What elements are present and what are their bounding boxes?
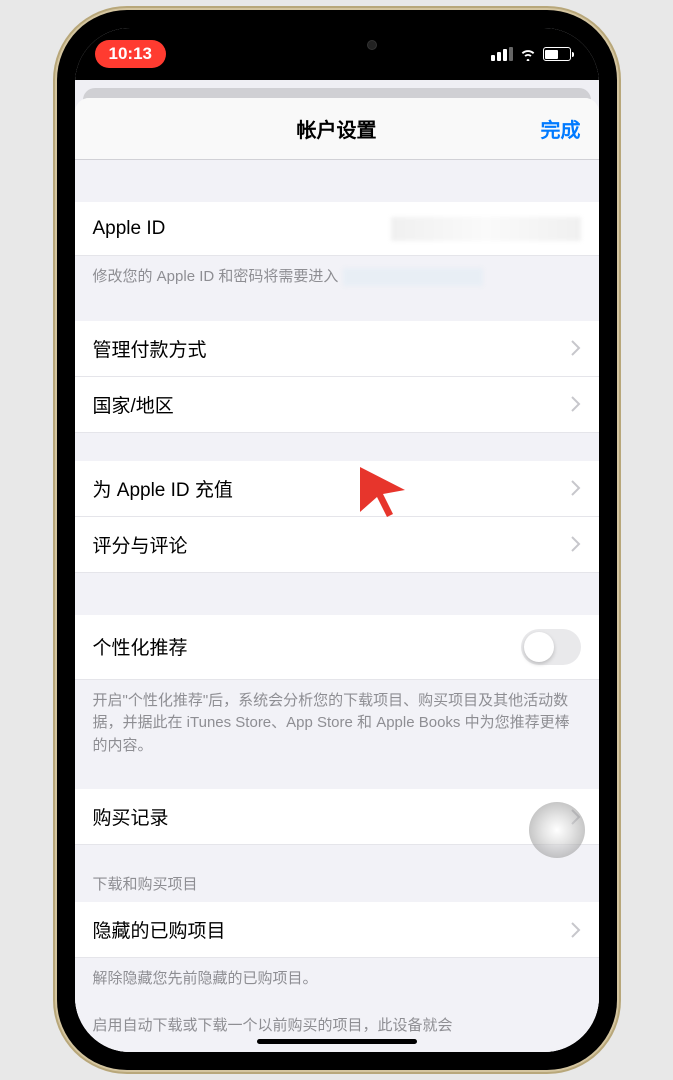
- personalized-footer: 开启"个性化推荐"后，系统会分析您的下载项目、购买项目及其他活动数据，并据此在 …: [75, 680, 599, 762]
- apple-id-row[interactable]: Apple ID: [75, 202, 599, 256]
- apple-id-link-blur: [343, 268, 483, 286]
- add-funds-label: 为 Apple ID 充值: [93, 475, 233, 502]
- time-badge: 10:13: [95, 40, 166, 68]
- done-button[interactable]: 完成: [541, 114, 581, 143]
- payment-label: 管理付款方式: [93, 335, 207, 362]
- apple-id-label: Apple ID: [93, 218, 166, 240]
- country-label: 国家/地区: [93, 391, 174, 418]
- nav-header: 帐户设置 完成: [75, 98, 599, 160]
- phone-frame: 10:13 帐户设置 完成: [57, 10, 617, 1070]
- page-title: 帐户设置: [297, 114, 377, 143]
- personalized-label: 个性化推荐: [93, 633, 188, 660]
- personalized-switch[interactable]: [521, 629, 581, 665]
- home-indicator[interactable]: [257, 1039, 417, 1044]
- payment-methods-row[interactable]: 管理付款方式: [75, 321, 599, 377]
- add-funds-row[interactable]: 为 Apple ID 充值: [75, 461, 599, 517]
- assistive-touch-button[interactable]: [529, 802, 585, 858]
- auto-download-footer: 启用自动下载或下载一个以前购买的项目，此设备就会: [75, 995, 599, 1042]
- hidden-footer: 解除隐藏您先前隐藏的已购项目。: [75, 958, 599, 995]
- chevron-right-icon: [571, 396, 581, 412]
- country-region-row[interactable]: 国家/地区: [75, 377, 599, 433]
- purchase-history-row[interactable]: 购买记录: [75, 789, 599, 845]
- chevron-right-icon: [571, 480, 581, 496]
- ratings-label: 评分与评论: [93, 531, 188, 558]
- phone-screen: 10:13 帐户设置 完成: [75, 28, 599, 1052]
- signal-icon: [491, 47, 513, 61]
- wifi-icon: [519, 47, 537, 61]
- chevron-right-icon: [571, 536, 581, 552]
- chevron-right-icon: [571, 922, 581, 938]
- chevron-right-icon: [571, 340, 581, 356]
- apple-id-value: [391, 217, 581, 241]
- apple-id-footer: 修改您的 Apple ID 和密码将需要进入: [75, 256, 599, 293]
- notch: [237, 28, 437, 60]
- purchase-history-label: 购买记录: [93, 803, 169, 830]
- downloads-section-header: 下载和购买项目: [75, 845, 599, 902]
- personalized-recommendations-row: 个性化推荐: [75, 615, 599, 680]
- account-settings-sheet[interactable]: 帐户设置 完成 Apple ID 修改您的 Apple ID 和密码将需要进入 …: [75, 98, 599, 1052]
- status-icons: [491, 47, 571, 61]
- hidden-purchases-label: 隐藏的已购项目: [93, 916, 226, 943]
- battery-icon: [543, 47, 571, 61]
- ratings-reviews-row[interactable]: 评分与评论: [75, 517, 599, 573]
- hidden-purchases-row[interactable]: 隐藏的已购项目: [75, 902, 599, 958]
- sheet-container: 帐户设置 完成 Apple ID 修改您的 Apple ID 和密码将需要进入 …: [75, 80, 599, 1052]
